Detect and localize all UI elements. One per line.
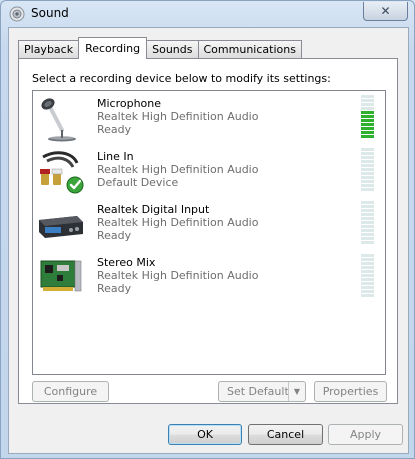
meter-segment — [361, 213, 374, 216]
device-driver: Realtek High Definition Audio — [97, 110, 259, 123]
set-default-button[interactable]: Set Default ▼ — [218, 381, 306, 402]
meter-segment — [361, 225, 374, 228]
level-meter — [361, 254, 375, 298]
meter-segment — [361, 241, 374, 244]
meter-segment — [361, 282, 374, 285]
meter-segment — [361, 184, 374, 187]
close-icon: ✕ — [380, 4, 391, 18]
meter-segment — [361, 99, 374, 102]
device-item-realtek-digital-input[interactable]: Realtek Digital Input Realtek High Defin… — [33, 198, 385, 250]
device-name: Line In — [97, 150, 134, 163]
meter-segment — [361, 221, 374, 224]
meter-segment — [361, 172, 374, 175]
meter-segment — [361, 205, 374, 208]
digital-input-icon — [39, 216, 83, 238]
device-name: Stereo Mix — [97, 256, 156, 269]
meter-segment — [361, 294, 374, 297]
level-meter — [361, 148, 375, 192]
meter-segment — [361, 286, 374, 289]
device-item-stereo-mix[interactable]: Stereo Mix Realtek High Definition Audio… — [33, 251, 385, 303]
meter-segment — [361, 160, 374, 163]
apply-button[interactable]: Apply — [328, 424, 403, 445]
meter-segment — [361, 176, 374, 179]
window-title: Sound — [31, 6, 69, 20]
meter-segment — [361, 152, 374, 155]
tab-sounds[interactable]: Sounds — [146, 40, 199, 58]
set-default-label: Set Default — [227, 385, 289, 398]
meter-segment — [361, 111, 374, 114]
meter-segment — [361, 135, 374, 138]
meter-segment — [361, 95, 374, 98]
meter-segment — [361, 278, 374, 281]
recording-tab-panel: Select a recording device below to modif… — [18, 58, 398, 404]
microphone-icon — [41, 98, 76, 142]
meter-segment — [361, 258, 374, 261]
level-meter — [361, 201, 375, 245]
meter-segment — [361, 233, 374, 236]
level-meter — [361, 95, 375, 139]
meter-segment — [361, 115, 374, 118]
tab-communications[interactable]: Communications — [197, 40, 302, 58]
tab-strip: Playback Recording Sounds Communications — [18, 37, 302, 59]
ok-button[interactable]: OK — [168, 424, 242, 445]
meter-segment — [361, 131, 374, 134]
chevron-down-icon[interactable]: ▼ — [288, 382, 305, 401]
meter-segment — [361, 156, 374, 159]
tab-playback[interactable]: Playback — [18, 40, 80, 58]
speaker-icon — [9, 6, 25, 22]
meter-segment — [361, 107, 374, 110]
instruction-text: Select a recording device below to modif… — [32, 72, 331, 85]
meter-segment — [361, 148, 374, 151]
close-button[interactable]: ✕ — [363, 2, 408, 21]
meter-segment — [361, 119, 374, 122]
meter-segment — [361, 266, 374, 269]
meter-segment — [361, 217, 374, 220]
meter-segment — [361, 254, 374, 257]
meter-segment — [361, 290, 374, 293]
device-status: Default Device — [97, 176, 179, 189]
meter-segment — [361, 209, 374, 212]
tab-recording[interactable]: Recording — [78, 37, 148, 59]
cancel-button[interactable]: Cancel — [248, 424, 323, 445]
meter-segment — [361, 103, 374, 106]
dialog-client-area: Playback Recording Sounds Communications… — [8, 27, 409, 454]
line-in-icon — [40, 151, 84, 194]
meter-segment — [361, 262, 374, 265]
properties-button[interactable]: Properties — [314, 381, 387, 402]
device-status: Ready — [97, 123, 132, 136]
meter-segment — [361, 237, 374, 240]
device-name: Microphone — [97, 97, 162, 110]
device-status: Ready — [97, 282, 132, 295]
device-item-microphone[interactable]: Microphone Realtek High Definition Audio… — [33, 92, 385, 144]
meter-segment — [361, 274, 374, 277]
device-item-line-in[interactable]: Line In Realtek High Definition Audio De… — [33, 145, 385, 197]
meter-segment — [361, 229, 374, 232]
device-driver: Realtek High Definition Audio — [97, 216, 259, 229]
meter-segment — [361, 188, 374, 191]
recording-device-list[interactable]: Microphone Realtek High Definition Audio… — [32, 90, 386, 375]
device-driver: Realtek High Definition Audio — [97, 163, 259, 176]
meter-segment — [361, 180, 374, 183]
title-bar[interactable]: Sound ✕ — [1, 1, 414, 27]
sound-card-icon — [40, 260, 82, 292]
meter-segment — [361, 270, 374, 273]
device-name: Realtek Digital Input — [97, 203, 210, 216]
configure-button[interactable]: Configure — [32, 381, 109, 402]
device-driver: Realtek High Definition Audio — [97, 269, 259, 282]
sound-dialog-window: Sound ✕ Playback Recording Sounds Commun… — [0, 0, 415, 459]
meter-segment — [361, 168, 374, 171]
meter-segment — [361, 201, 374, 204]
meter-segment — [361, 127, 374, 130]
meter-segment — [361, 164, 374, 167]
meter-segment — [361, 123, 374, 126]
device-status: Ready — [97, 229, 132, 242]
